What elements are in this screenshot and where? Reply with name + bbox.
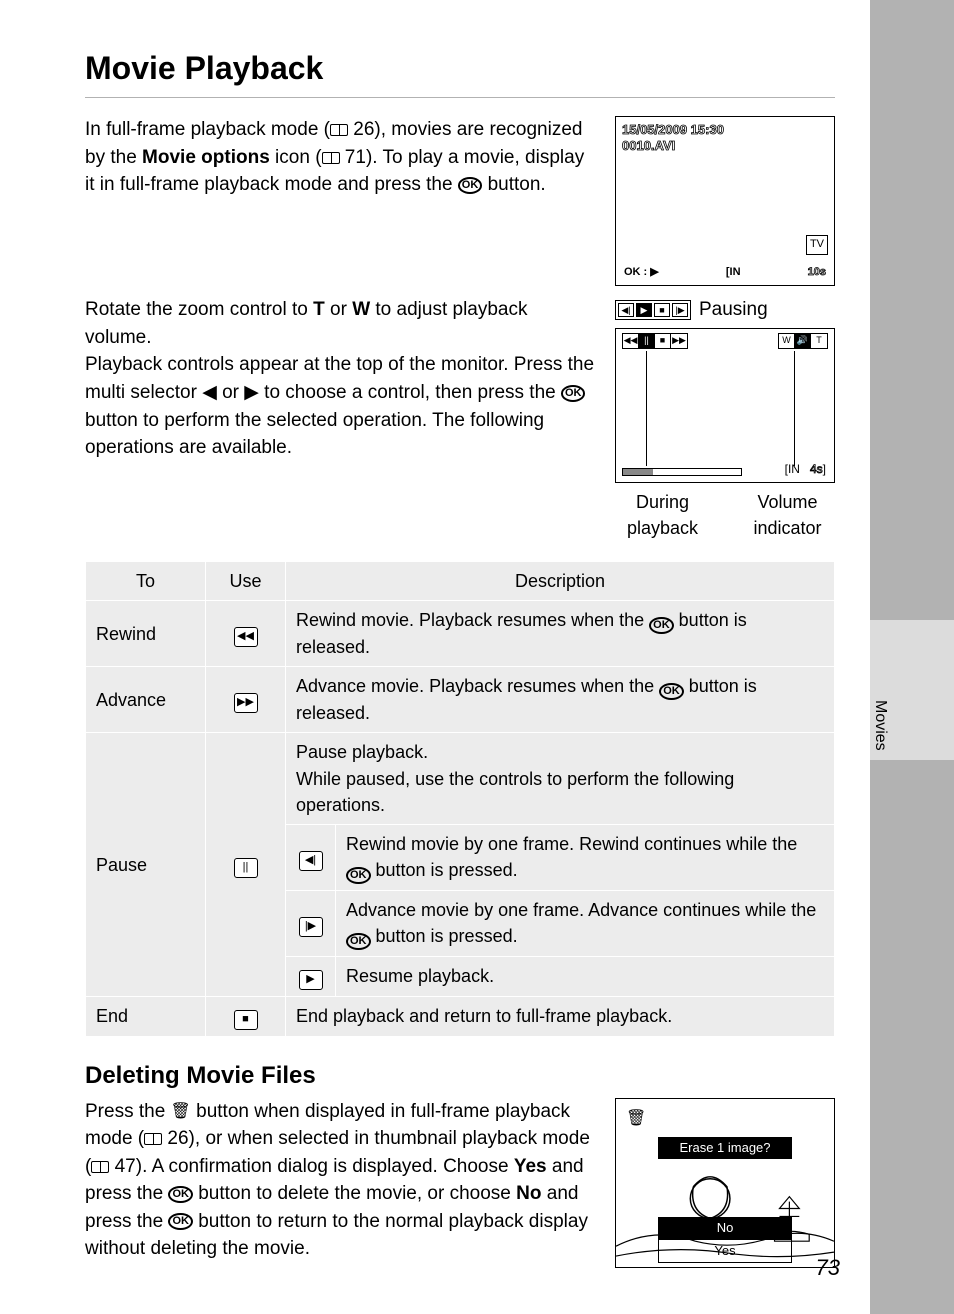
advance-frame-icon: |▶ [672, 303, 688, 317]
zoom-t: T [313, 299, 325, 320]
pausing-label: Pausing [699, 296, 768, 324]
pause-icon: || [234, 858, 258, 878]
intro-text: In full-frame playback mode ( [85, 119, 330, 140]
delete-confirm-screen: 🗑 Erase 1 image? No Yes [615, 1098, 835, 1268]
row-desc: End playback and return to full-frame pl… [286, 996, 835, 1036]
row-to: End [86, 996, 206, 1036]
th-to: To [86, 562, 206, 601]
triangle-left-icon [202, 382, 217, 403]
ok-icon: OK [659, 683, 684, 700]
table-row-pause-intro: Pause || Pause playback. While paused, u… [86, 733, 835, 824]
page-number: 73 [816, 1252, 840, 1284]
book-icon [322, 152, 340, 164]
progress-fill [623, 469, 653, 475]
advance-icon: ▶▶ [671, 334, 687, 348]
volume-indicator: W 🔊 T [778, 333, 828, 349]
page: Movie Playback In full-frame playback mo… [0, 0, 870, 1314]
ok-icon: OK [649, 617, 674, 634]
row-to: Pause [86, 733, 206, 996]
vol-text: or [325, 299, 352, 320]
vol-t: T [811, 334, 827, 348]
no-label: No [516, 1183, 541, 1204]
vol-text: button to perform the selected operation… [85, 410, 544, 459]
th-use: Use [206, 562, 286, 601]
rewind-icon: ◀◀ [623, 334, 639, 348]
progress-bar [622, 468, 742, 476]
screen-memory: IN [730, 266, 741, 278]
callout-line [646, 351, 647, 466]
stop-icon: ■ [655, 334, 671, 348]
ok-icon: OK [346, 867, 371, 884]
stop-icon: ■ [234, 1010, 258, 1030]
playback-controls: ◀◀ || ■ ▶▶ [622, 333, 688, 349]
callout-line [794, 351, 795, 466]
volume-indicator-label: Volume indicator [740, 489, 835, 541]
intro-text: icon ( [270, 147, 322, 168]
row-to: Advance [86, 667, 206, 733]
ok-icon: OK [458, 177, 483, 194]
row-desc: Pause playback. While paused, use the co… [286, 733, 835, 824]
rewind-frame-icon: ◀| [618, 303, 634, 317]
pausing-callout: ◀| ▶ ■ |▶ Pausing [615, 296, 835, 324]
advance-frame-icon: |▶ [299, 917, 323, 937]
ok-icon: OK [168, 1213, 193, 1230]
tv-icon: TV [806, 235, 828, 255]
screen2-time: [IN 4s] [785, 461, 826, 478]
section-label: Movies [869, 700, 892, 751]
operations-table: To Use Description Rewind ◀◀ Rewind movi… [85, 561, 835, 1037]
rewind-icon: ◀◀ [234, 627, 258, 647]
book-icon [91, 1161, 109, 1173]
vol-text: Rotate the zoom control to [85, 299, 313, 320]
book-icon [330, 124, 348, 136]
page-title: Movie Playback [85, 45, 835, 91]
row-desc: Rewind movie by one frame. Rewind contin… [336, 824, 835, 890]
camera-screen-controls: ◀◀ || ■ ▶▶ W 🔊 T [IN [615, 328, 835, 483]
control-group-callout: ◀| ▶ ■ |▶ [615, 300, 691, 320]
deleting-title: Deleting Movie Files [85, 1059, 835, 1094]
delete-yes-option: Yes [658, 1239, 792, 1264]
delete-paragraph: Press the 🗑 button when displayed in ful… [85, 1098, 595, 1268]
movie-options-label: Movie options [142, 147, 270, 168]
rewind-frame-icon: ◀| [299, 851, 323, 871]
th-desc: Description [286, 562, 835, 601]
row-desc: Advance movie by one frame. Advance cont… [336, 890, 835, 956]
trash-icon: 🗑 [626, 1107, 646, 1130]
table-row-rewind: Rewind ◀◀ Rewind movie. Playback resumes… [86, 601, 835, 667]
zoom-w: W [352, 299, 370, 320]
pause-icon: || [639, 334, 655, 348]
camera-screen-playback: 15/05/2009 15:30 0010.AVI TV OK : ▶ [IN … [615, 116, 835, 286]
screen-filename: 0010.AVI [622, 137, 675, 156]
ok-icon: OK [168, 1186, 193, 1203]
intro-text: button. [482, 174, 545, 195]
title-divider: Movie Playback [85, 45, 835, 98]
row-desc: Advance movie. Playback resumes when the… [286, 667, 835, 733]
during-playback-label: During playback [615, 489, 710, 541]
delete-no-option: No [658, 1217, 792, 1240]
play-icon: ▶ [299, 970, 323, 990]
row-desc: Resume playback. [336, 956, 835, 996]
ok-icon: OK [346, 933, 371, 950]
yes-label: Yes [514, 1156, 547, 1177]
vol-w: W [779, 334, 795, 348]
advance-icon: ▶▶ [234, 693, 258, 713]
vol-text: or [217, 382, 244, 403]
screen-ok-hint: OK : ▶ [624, 265, 659, 281]
row-desc: Rewind movie. Playback resumes when the … [286, 601, 835, 667]
screen-duration: 10s [808, 265, 826, 281]
intro-paragraph: In full-frame playback mode ( 26), movie… [85, 116, 595, 286]
erase-prompt: Erase 1 image? [658, 1137, 792, 1160]
table-row-advance: Advance ▶▶ Advance movie. Playback resum… [86, 667, 835, 733]
triangle-right-icon [244, 382, 259, 403]
book-icon [144, 1133, 162, 1145]
vol-text: to choose a control, then press the [259, 382, 561, 403]
stop-icon: ■ [654, 303, 670, 317]
table-row-end: End ■ End playback and return to full-fr… [86, 996, 835, 1036]
row-to: Rewind [86, 601, 206, 667]
volume-paragraph: Rotate the zoom control to T or W to adj… [85, 296, 595, 541]
vol-speaker-icon: 🔊 [795, 334, 811, 348]
play-icon: ▶ [636, 303, 652, 317]
trash-icon: 🗑 [171, 1100, 191, 1123]
ok-icon: OK [561, 385, 586, 402]
